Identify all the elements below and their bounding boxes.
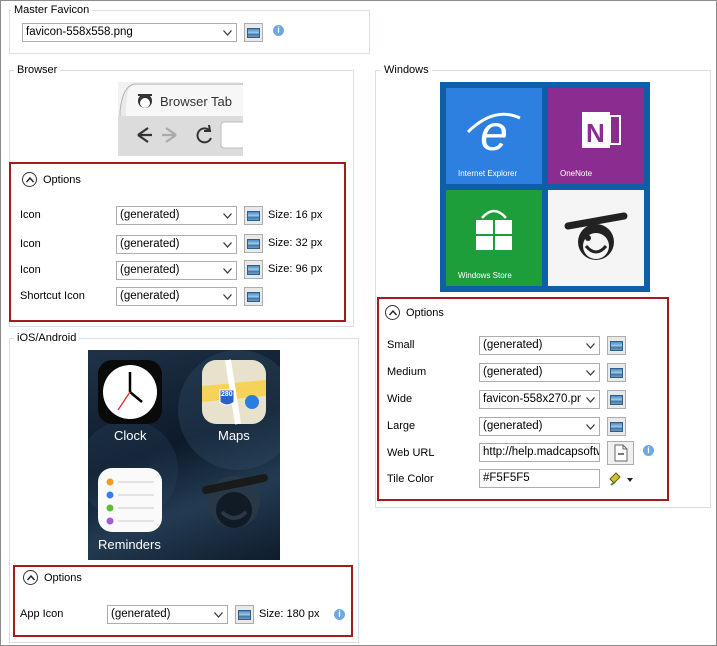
browser-tab-title: Browser Tab xyxy=(160,94,233,109)
ie-tile: e Internet Explorer xyxy=(446,88,542,184)
browser-size-label: Size: 16 px xyxy=(268,209,323,221)
browser-size-label: Size: 32 px xyxy=(268,237,323,249)
wide-tile-select[interactable]: favicon-558x270.png xyxy=(479,390,600,409)
onenote-tile: N OneNote xyxy=(548,88,644,184)
app-label-maps: Maps xyxy=(218,428,250,443)
browser-icon-96-select[interactable]: (generated) xyxy=(116,261,237,280)
info-icon[interactable]: i xyxy=(273,25,284,36)
small-tile-image-button[interactable] xyxy=(607,336,626,355)
windows-tiles-preview: e Internet Explorer N OneNote Windows St… xyxy=(440,82,650,292)
image-icon xyxy=(247,27,260,38)
select-value: (generated) xyxy=(111,608,171,620)
image-icon xyxy=(247,264,260,275)
onenote-tile-label: OneNote xyxy=(560,169,593,178)
master-favicon-title: Master Favicon xyxy=(11,4,93,17)
app-icon-select[interactable]: (generated) xyxy=(107,605,228,624)
image-icon xyxy=(610,421,623,432)
browser-icon-32-image-button[interactable] xyxy=(244,234,263,253)
store-tile: Windows Store xyxy=(446,190,542,286)
select-value: (generated) xyxy=(483,420,543,432)
app-icon-image-button[interactable] xyxy=(235,605,254,624)
maps-route-badge: 280 xyxy=(221,391,233,398)
browser-options-label: Options xyxy=(43,174,81,186)
chevron-down-icon xyxy=(210,606,227,623)
store-tile-label: Windows Store xyxy=(458,271,512,280)
info-icon[interactable]: i xyxy=(334,609,345,620)
ios-android-title: iOS/Android xyxy=(14,332,80,345)
select-value: (generated) xyxy=(120,238,180,250)
ios-home-preview: Clock Maps 280 Reminders xyxy=(88,350,280,560)
browser-tab-preview: Browser Tab xyxy=(118,82,243,156)
info-icon[interactable]: i xyxy=(643,445,654,456)
medium-tile-select[interactable]: (generated) xyxy=(479,363,600,382)
windows-options-label: Options xyxy=(406,307,444,319)
collapse-ios-options-icon[interactable] xyxy=(23,570,38,585)
browser-row-label: Icon xyxy=(20,264,41,276)
browser-row-label: Icon xyxy=(20,238,41,250)
select-value: favicon-558x270.png xyxy=(483,393,581,405)
ios-options-label: Options xyxy=(44,572,82,584)
master-favicon-image-button[interactable] xyxy=(244,23,263,42)
chevron-down-icon xyxy=(219,207,236,224)
select-value: (generated) xyxy=(120,290,180,302)
image-icon xyxy=(610,340,623,351)
tile-color-input[interactable]: #F5F5F5 xyxy=(479,469,600,488)
image-icon xyxy=(247,210,260,221)
windows-row-label: Wide xyxy=(387,393,413,405)
select-value: (generated) xyxy=(483,366,543,378)
windows-row-label: Large xyxy=(387,420,416,432)
image-icon xyxy=(247,238,260,249)
chevron-down-icon xyxy=(582,418,599,435)
shortcut-icon-select[interactable]: (generated) xyxy=(116,287,237,306)
app-label-clock: Clock xyxy=(114,428,147,443)
chevron-down-icon xyxy=(219,288,236,305)
image-icon xyxy=(610,367,623,378)
ie-tile-label: Internet Explorer xyxy=(458,169,518,178)
browser-row-label: Icon xyxy=(20,209,41,221)
browser-size-label: Size: 96 px xyxy=(268,263,323,275)
image-icon xyxy=(610,394,623,405)
collapse-browser-options-icon[interactable] xyxy=(22,172,37,187)
shortcut-icon-image-button[interactable] xyxy=(244,287,263,306)
chevron-down-icon xyxy=(582,337,599,354)
windows-title: Windows xyxy=(381,64,432,77)
app-icon-size-label: Size: 180 px xyxy=(259,608,320,620)
chevron-down-icon xyxy=(582,364,599,381)
image-icon xyxy=(247,291,260,302)
browser-row-label: Shortcut Icon xyxy=(20,290,85,302)
large-tile-select[interactable]: (generated) xyxy=(479,417,600,436)
collapse-windows-options-icon[interactable] xyxy=(385,305,400,320)
app-label-reminders: Reminders xyxy=(98,537,161,552)
web-url-input[interactable]: http://help.madcapsoftware.com xyxy=(479,443,600,462)
browse-file-button[interactable] xyxy=(607,441,634,465)
medium-tile-image-button[interactable] xyxy=(607,363,626,382)
master-favicon-select[interactable]: favicon-558x558.png xyxy=(22,23,237,42)
chevron-down-icon xyxy=(582,391,599,408)
windows-row-label: Medium xyxy=(387,366,427,378)
browser-icon-32-select[interactable]: (generated) xyxy=(116,235,237,254)
app-icon-label: App Icon xyxy=(20,608,64,620)
favicon-tile xyxy=(548,190,644,286)
wide-tile-image-button[interactable] xyxy=(607,390,626,409)
chevron-down-icon xyxy=(219,236,236,253)
small-tile-select[interactable]: (generated) xyxy=(479,336,600,355)
browser-title: Browser xyxy=(14,64,61,77)
color-picker-button[interactable] xyxy=(607,470,635,488)
chevron-down-icon xyxy=(219,262,236,279)
tile-color-label: Tile Color xyxy=(387,473,434,485)
web-url-label: Web URL xyxy=(387,447,435,459)
browser-icon-16-select[interactable]: (generated) xyxy=(116,206,237,225)
svg-text:N: N xyxy=(586,118,605,148)
chevron-down-icon xyxy=(219,24,236,41)
browser-icon-16-image-button[interactable] xyxy=(244,206,263,225)
select-value: (generated) xyxy=(483,339,543,351)
master-favicon-value: favicon-558x558.png xyxy=(26,26,133,38)
browser-icon-96-image-button[interactable] xyxy=(244,260,263,279)
large-tile-image-button[interactable] xyxy=(607,417,626,436)
select-value: (generated) xyxy=(120,264,180,276)
select-value: (generated) xyxy=(120,209,180,221)
image-icon xyxy=(238,609,251,620)
windows-row-label: Small xyxy=(387,339,415,351)
